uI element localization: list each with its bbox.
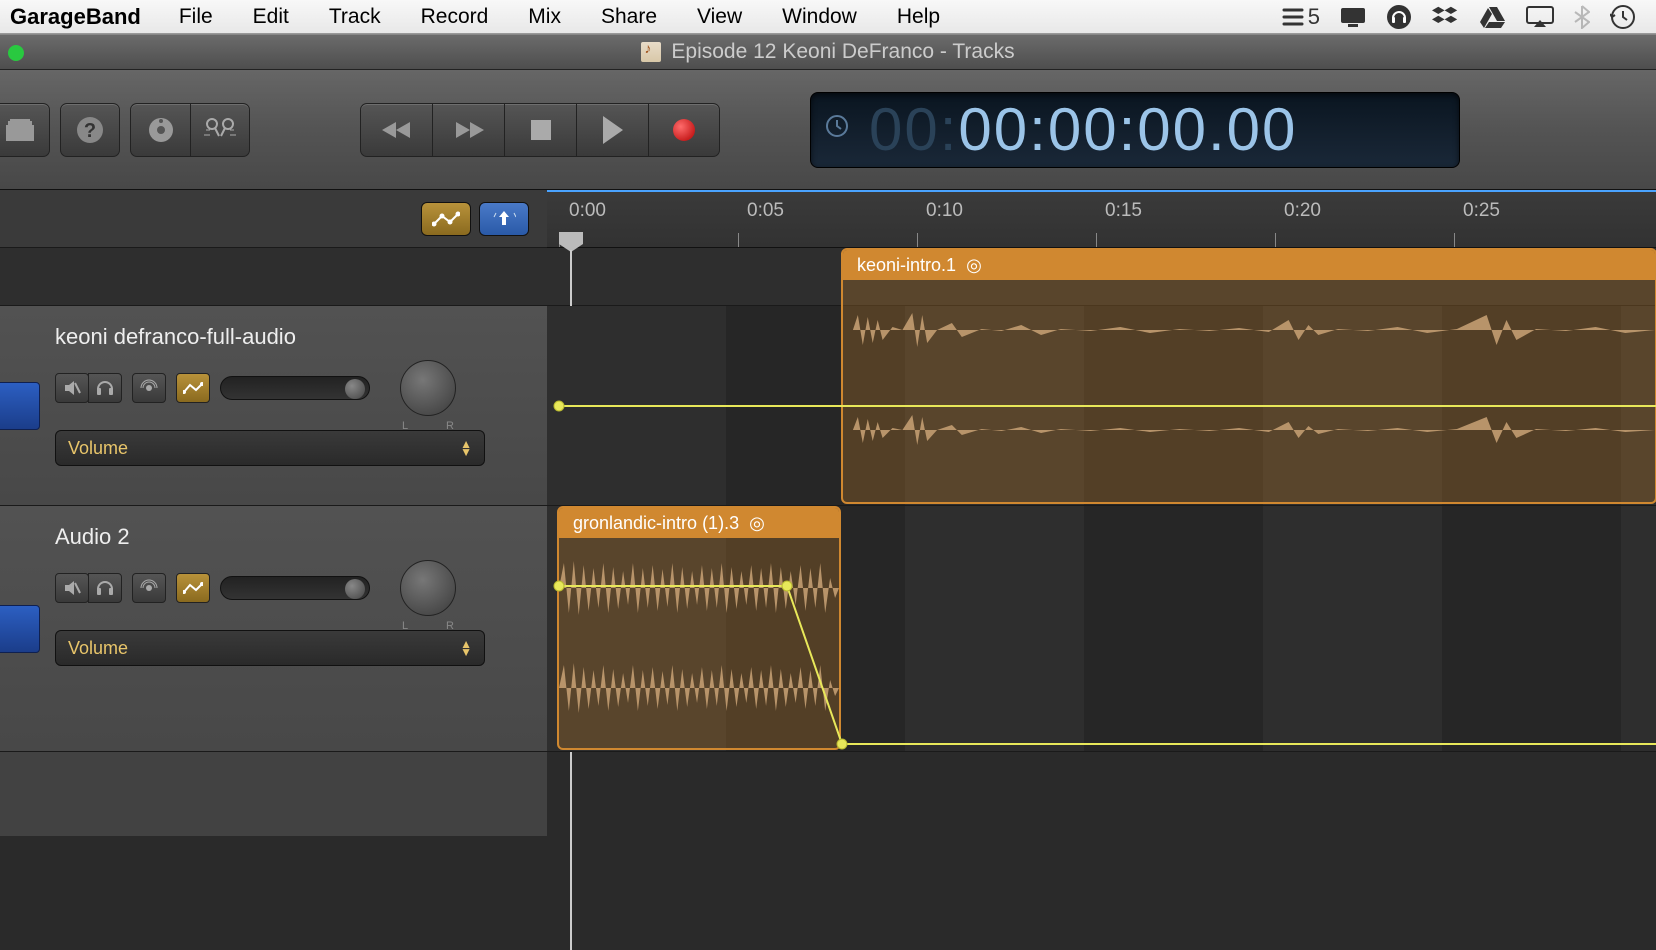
window-titlebar: Episode 12 Keoni DeFranco - Tracks	[0, 34, 1656, 70]
mute-button[interactable]	[55, 373, 89, 403]
toolbar: ? 00:00:00:00.00	[0, 70, 1656, 190]
track-header[interactable]: Audio 2 L R	[0, 506, 547, 752]
menu-record[interactable]: Record	[401, 5, 509, 29]
ruler-label: 0:05	[747, 200, 784, 222]
region-name: gronlandic-intro (1).3	[573, 513, 739, 534]
track-headers-panel: keoni defranco-full-audio L R	[0, 190, 547, 836]
transport-controls	[360, 103, 720, 157]
stereo-icon: ◎	[966, 255, 982, 276]
volume-slider[interactable]	[220, 376, 370, 400]
input-monitor-button[interactable]	[132, 573, 166, 603]
timeline-area[interactable]: 0:00 0:05 0:10 0:15 0:20 0:25 keoni-intr…	[547, 190, 1656, 836]
audio-region[interactable]: keoni-intro.1 ◎	[841, 248, 1656, 504]
mute-button[interactable]	[55, 573, 89, 603]
automation-param-select[interactable]: Volume ▲▼	[55, 430, 485, 466]
track-icon	[0, 382, 40, 430]
stereo-icon: ◎	[749, 513, 765, 534]
dropbox-icon[interactable]	[1432, 5, 1460, 29]
automation-param-select[interactable]: Volume ▲▼	[55, 630, 485, 666]
track-header-toolbar	[0, 190, 547, 248]
volume-slider[interactable]	[220, 576, 370, 600]
pan-r-label: R	[446, 620, 454, 632]
rewind-button[interactable]	[360, 103, 432, 157]
todoist-icon[interactable]: 5	[1281, 4, 1320, 30]
display-icon[interactable]	[1340, 7, 1366, 27]
pan-r-label: R	[446, 420, 454, 432]
lcd-dim-prefix: 00:	[869, 96, 958, 163]
pan-l-label: L	[402, 420, 408, 432]
catch-playhead-toggle[interactable]	[479, 202, 529, 236]
play-button[interactable]	[576, 103, 648, 157]
menu-window[interactable]: Window	[762, 5, 877, 29]
time-machine-icon[interactable]	[1610, 4, 1636, 30]
ruler-label: 0:20	[1284, 200, 1321, 222]
param-label: Volume	[68, 438, 128, 459]
headphones-icon[interactable]	[1386, 4, 1412, 30]
svg-text:?: ?	[84, 120, 96, 142]
traffic-light-green[interactable]	[8, 45, 24, 61]
pan-l-label: L	[402, 620, 408, 632]
pan-knob[interactable]	[400, 360, 456, 416]
ruler-label: 0:00	[569, 200, 606, 222]
menu-view[interactable]: View	[677, 5, 762, 29]
region-name: keoni-intro.1	[857, 255, 956, 276]
google-drive-icon[interactable]	[1480, 5, 1506, 29]
track-icon	[0, 605, 40, 653]
app-name: GarageBand	[0, 4, 159, 30]
badge-count: 5	[1308, 4, 1320, 30]
record-button[interactable]	[648, 103, 720, 157]
ruler-label: 0:15	[1105, 200, 1142, 222]
clock-icon	[825, 114, 849, 145]
ruler-label: 0:10	[926, 200, 963, 222]
track-lane[interactable]: keoni-intro.1 ◎	[547, 306, 1656, 506]
menu-mix[interactable]: Mix	[508, 5, 581, 29]
chevron-updown-icon: ▲▼	[460, 640, 472, 657]
airplay-icon[interactable]	[1526, 6, 1554, 28]
forward-button[interactable]	[432, 103, 504, 157]
help-button[interactable]: ?	[60, 103, 120, 157]
chevron-updown-icon: ▲▼	[460, 440, 472, 457]
track-name: Audio 2	[55, 524, 527, 550]
menu-file[interactable]: File	[159, 5, 233, 29]
time-ruler[interactable]: 0:00 0:05 0:10 0:15 0:20 0:25	[547, 190, 1656, 248]
window-title: Episode 12 Keoni DeFranco - Tracks	[671, 40, 1014, 64]
track-name: keoni defranco-full-audio	[55, 324, 527, 350]
smart-controls-button[interactable]	[130, 103, 190, 157]
solo-button[interactable]	[88, 373, 122, 403]
document-icon	[641, 42, 661, 62]
library-button[interactable]	[0, 103, 50, 157]
macos-menubar: GarageBand File Edit Track Record Mix Sh…	[0, 0, 1656, 34]
solo-button[interactable]	[88, 573, 122, 603]
bluetooth-icon[interactable]	[1574, 5, 1590, 29]
audio-region[interactable]: gronlandic-intro (1).3 ◎	[557, 506, 841, 750]
lcd-display[interactable]: 00:00:00:00.00	[810, 92, 1460, 168]
editors-button[interactable]	[190, 103, 250, 157]
menu-share[interactable]: Share	[581, 5, 677, 29]
param-label: Volume	[68, 638, 128, 659]
pan-knob[interactable]	[400, 560, 456, 616]
automation-mode-button[interactable]	[176, 373, 210, 403]
stop-button[interactable]	[504, 103, 576, 157]
menu-edit[interactable]: Edit	[233, 5, 309, 29]
track-lane[interactable]: gronlandic-intro (1).3 ◎	[547, 506, 1656, 752]
automation-toggle[interactable]	[421, 202, 471, 236]
input-monitor-button[interactable]	[132, 373, 166, 403]
playhead[interactable]	[559, 232, 583, 252]
automation-mode-button[interactable]	[176, 573, 210, 603]
menu-help[interactable]: Help	[877, 5, 960, 29]
workspace: keoni defranco-full-audio L R	[0, 190, 1656, 836]
track-header[interactable]: keoni defranco-full-audio L R	[0, 306, 547, 506]
lcd-time: 00:00:00.00	[958, 96, 1297, 163]
ruler-label: 0:25	[1463, 200, 1500, 222]
menu-track[interactable]: Track	[309, 5, 401, 29]
